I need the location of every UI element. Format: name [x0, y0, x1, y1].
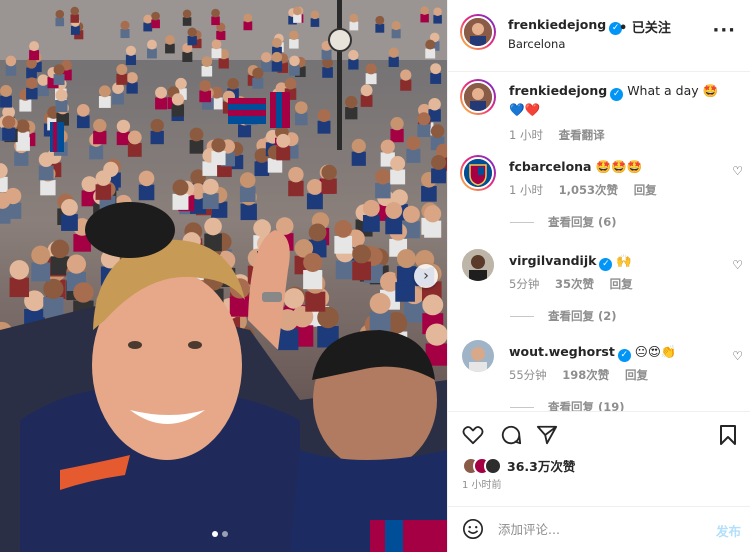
- crowd-image: [0, 0, 447, 552]
- comment-time[interactable]: 55分钟: [509, 368, 547, 382]
- comment-time[interactable]: 5分钟: [509, 277, 539, 291]
- carousel-dot: [222, 531, 228, 537]
- verified-icon: ✓: [617, 349, 631, 362]
- likes-row: 36.3万次赞: [462, 456, 575, 475]
- commenter-avatar[interactable]: [462, 249, 494, 281]
- verified-icon: ✓: [599, 258, 613, 271]
- emoji-icon[interactable]: [462, 518, 484, 540]
- comments-list: frenkiedejong ✓ What a day 🤩💙❤️ 1 小时 查看翻译…: [448, 73, 750, 411]
- like-count[interactable]: 36.3万次赞: [507, 456, 575, 475]
- following-status[interactable]: • 已关注: [619, 17, 671, 36]
- post-header: frenkiedejong ✓ • 已关注 Barcelona ···: [448, 0, 750, 72]
- liker-avatar: [484, 456, 502, 475]
- comment-likes[interactable]: 35次赞: [555, 277, 594, 291]
- reply-button[interactable]: 回复: [625, 368, 648, 382]
- like-comment-heart-icon[interactable]: ♡: [732, 164, 743, 178]
- reply-button[interactable]: 回复: [634, 183, 657, 197]
- view-replies-button[interactable]: 查看回复 (19): [510, 399, 625, 411]
- scarf: [370, 520, 447, 552]
- comment-likes[interactable]: 1,053次赞: [559, 183, 618, 197]
- view-replies-button[interactable]: 查看回复 (2): [510, 308, 617, 324]
- author-avatar[interactable]: [460, 79, 496, 115]
- comment-time[interactable]: 1 小时: [509, 183, 543, 197]
- comment-meta: 1 小时 1,053次赞 回复: [509, 182, 657, 198]
- comment-icon[interactable]: [500, 424, 522, 446]
- comment-composer: 发布: [448, 506, 750, 552]
- author-username-text[interactable]: frenkiedejong: [508, 17, 606, 32]
- comment-username[interactable]: fcbarcelona: [509, 159, 592, 174]
- post-location[interactable]: Barcelona: [508, 37, 565, 51]
- see-translation-button[interactable]: 查看翻译: [559, 128, 605, 142]
- heart-icon[interactable]: [462, 425, 484, 445]
- bookmark-icon[interactable]: [719, 425, 737, 445]
- comment-likes[interactable]: 198次赞: [562, 368, 609, 382]
- post-actions: 36.3万次赞 1 小时前: [448, 411, 750, 506]
- comment-input[interactable]: [498, 519, 688, 539]
- comment-line: virgilvandijk ✓ 🙌: [509, 252, 719, 271]
- comment-username[interactable]: wout.weghorst ✓: [509, 344, 631, 362]
- carousel-dot: [212, 531, 218, 537]
- post-time[interactable]: 1 小时前: [462, 476, 502, 491]
- more-horizontal-icon[interactable]: ···: [712, 20, 736, 41]
- next-slide-button[interactable]: ›: [414, 264, 438, 288]
- comment-line: wout.weghorst ✓ 😐😍👏: [509, 343, 719, 362]
- like-comment-heart-icon[interactable]: ♡: [732, 349, 743, 363]
- author-username[interactable]: frenkiedejong ✓: [508, 17, 623, 35]
- share-icon[interactable]: [536, 424, 558, 446]
- verified-icon: ✓: [610, 88, 624, 101]
- commenter-avatar[interactable]: [462, 340, 494, 372]
- post-panel: frenkiedejong ✓ • 已关注 Barcelona ··· frenk…: [447, 0, 750, 552]
- post-photo: ›: [0, 0, 447, 552]
- view-replies-button[interactable]: 查看回复 (6): [510, 214, 617, 230]
- caption-username[interactable]: frenkiedejong ✓: [509, 83, 624, 101]
- commenter-avatar[interactable]: [460, 155, 496, 191]
- carousel-dots: [212, 531, 228, 537]
- post-comment-button[interactable]: 发布: [716, 521, 741, 540]
- like-comment-heart-icon[interactable]: ♡: [732, 258, 743, 272]
- comment-text: 🙌: [616, 253, 632, 268]
- caption-time[interactable]: 1 小时: [509, 128, 543, 142]
- comment-username[interactable]: virgilvandijk ✓: [509, 253, 613, 271]
- reply-button[interactable]: 回复: [610, 277, 633, 291]
- caption-meta: 1 小时 查看翻译: [509, 127, 605, 143]
- comment-line: fcbarcelona 🤩🤩🤩: [509, 158, 719, 175]
- author-avatar[interactable]: [460, 14, 496, 50]
- caption-line: frenkiedejong ✓ What a day 🤩💙❤️: [509, 82, 719, 118]
- comment-meta: 5分钟 35次赞 回复: [509, 276, 633, 292]
- comment-text: 😐😍👏: [634, 344, 677, 359]
- comment-meta: 55分钟 198次赞 回复: [509, 367, 648, 383]
- comment-text: 🤩🤩🤩: [595, 159, 643, 174]
